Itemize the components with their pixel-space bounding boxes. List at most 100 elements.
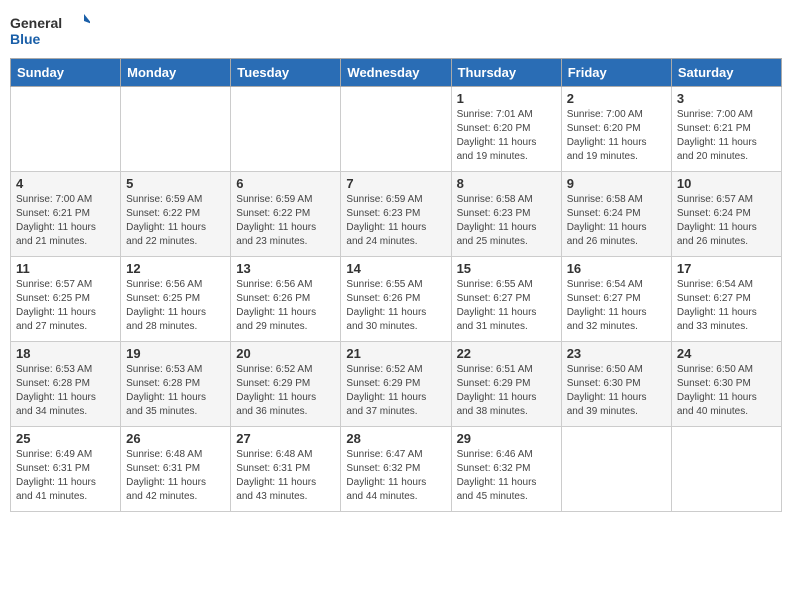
- calendar-cell: [671, 427, 781, 512]
- calendar-cell: 8Sunrise: 6:58 AM Sunset: 6:23 PM Daylig…: [451, 172, 561, 257]
- calendar-header-friday: Friday: [561, 59, 671, 87]
- calendar-header-thursday: Thursday: [451, 59, 561, 87]
- day-info: Sunrise: 6:51 AM Sunset: 6:29 PM Dayligh…: [457, 363, 556, 419]
- calendar-cell: [11, 87, 121, 172]
- day-info: Sunrise: 6:52 AM Sunset: 6:29 PM Dayligh…: [346, 363, 445, 419]
- day-number: 5: [126, 176, 225, 191]
- calendar-header-row: SundayMondayTuesdayWednesdayThursdayFrid…: [11, 59, 782, 87]
- calendar-header-saturday: Saturday: [671, 59, 781, 87]
- calendar-body: 1 Sunrise: 7:01 AM Sunset: 6:20 PM Daylig…: [11, 87, 782, 512]
- header: General Blue: [10, 10, 782, 50]
- day-info: Sunrise: 6:46 AM Sunset: 6:32 PM Dayligh…: [457, 448, 556, 504]
- day-number: 1: [457, 91, 556, 106]
- calendar: SundayMondayTuesdayWednesdayThursdayFrid…: [10, 58, 782, 512]
- logo-svg: General Blue: [10, 10, 90, 50]
- day-info: Sunrise: 6:59 AM Sunset: 6:22 PM Dayligh…: [236, 193, 335, 249]
- day-number: 13: [236, 261, 335, 276]
- calendar-cell: 14 Sunrise: 6:55 AM Sunset: 6:26 PM Dayli…: [341, 257, 451, 342]
- day-number: 21: [346, 346, 445, 361]
- calendar-cell: 24 Sunrise: 6:50 AM Sunset: 6:30 PM Dayli…: [671, 342, 781, 427]
- calendar-cell: 26 Sunrise: 6:48 AM Sunset: 6:31 PM Dayli…: [121, 427, 231, 512]
- calendar-cell: [341, 87, 451, 172]
- day-number: 23: [567, 346, 666, 361]
- calendar-cell: 21 Sunrise: 6:52 AM Sunset: 6:29 PM Dayli…: [341, 342, 451, 427]
- calendar-cell: 1 Sunrise: 7:01 AM Sunset: 6:20 PM Daylig…: [451, 87, 561, 172]
- calendar-cell: 6 Sunrise: 6:59 AM Sunset: 6:22 PM Daylig…: [231, 172, 341, 257]
- day-number: 4: [16, 176, 115, 191]
- calendar-cell: 20 Sunrise: 6:52 AM Sunset: 6:29 PM Dayli…: [231, 342, 341, 427]
- day-number: 26: [126, 431, 225, 446]
- day-number: 16: [567, 261, 666, 276]
- day-info: Sunrise: 6:50 AM Sunset: 6:30 PM Dayligh…: [567, 363, 666, 419]
- day-info: Sunrise: 6:53 AM Sunset: 6:28 PM Dayligh…: [126, 363, 225, 419]
- calendar-cell: 2Sunrise: 7:00 AM Sunset: 6:20 PM Daylig…: [561, 87, 671, 172]
- day-number: 14: [346, 261, 445, 276]
- logo: General Blue: [10, 10, 90, 50]
- calendar-cell: 16 Sunrise: 6:54 AM Sunset: 6:27 PM Dayli…: [561, 257, 671, 342]
- day-info: Sunrise: 7:01 AM Sunset: 6:20 PM Dayligh…: [457, 108, 556, 164]
- calendar-cell: 3 Sunrise: 7:00 AM Sunset: 6:21 PM Daylig…: [671, 87, 781, 172]
- calendar-cell: 19 Sunrise: 6:53 AM Sunset: 6:28 PM Dayli…: [121, 342, 231, 427]
- day-info: Sunrise: 6:49 AM Sunset: 6:31 PM Dayligh…: [16, 448, 115, 504]
- day-number: 22: [457, 346, 556, 361]
- day-number: 17: [677, 261, 776, 276]
- calendar-cell: 10 Sunrise: 6:57 AM Sunset: 6:24 PM Dayli…: [671, 172, 781, 257]
- calendar-cell: 5 Sunrise: 6:59 AM Sunset: 6:22 PM Daylig…: [121, 172, 231, 257]
- day-info: Sunrise: 6:59 AM Sunset: 6:22 PM Dayligh…: [126, 193, 225, 249]
- calendar-cell: 22 Sunrise: 6:51 AM Sunset: 6:29 PM Dayli…: [451, 342, 561, 427]
- calendar-header-wednesday: Wednesday: [341, 59, 451, 87]
- calendar-cell: 4 Sunrise: 7:00 AM Sunset: 6:21 PM Daylig…: [11, 172, 121, 257]
- calendar-header-monday: Monday: [121, 59, 231, 87]
- day-info: Sunrise: 6:48 AM Sunset: 6:31 PM Dayligh…: [126, 448, 225, 504]
- day-number: 28: [346, 431, 445, 446]
- calendar-week-5: 25Sunrise: 6:49 AM Sunset: 6:31 PM Dayli…: [11, 427, 782, 512]
- calendar-header-tuesday: Tuesday: [231, 59, 341, 87]
- svg-text:General: General: [10, 15, 62, 31]
- day-info: Sunrise: 6:53 AM Sunset: 6:28 PM Dayligh…: [16, 363, 115, 419]
- calendar-week-1: 1 Sunrise: 7:01 AM Sunset: 6:20 PM Daylig…: [11, 87, 782, 172]
- day-number: 27: [236, 431, 335, 446]
- calendar-cell: [561, 427, 671, 512]
- calendar-cell: 13Sunrise: 6:56 AM Sunset: 6:26 PM Dayli…: [231, 257, 341, 342]
- calendar-cell: 17 Sunrise: 6:54 AM Sunset: 6:27 PM Dayli…: [671, 257, 781, 342]
- day-number: 29: [457, 431, 556, 446]
- day-number: 9: [567, 176, 666, 191]
- day-number: 24: [677, 346, 776, 361]
- day-info: Sunrise: 6:55 AM Sunset: 6:27 PM Dayligh…: [457, 278, 556, 334]
- calendar-cell: 7 Sunrise: 6:59 AM Sunset: 6:23 PM Daylig…: [341, 172, 451, 257]
- day-number: 20: [236, 346, 335, 361]
- calendar-cell: 29 Sunrise: 6:46 AM Sunset: 6:32 PM Dayli…: [451, 427, 561, 512]
- day-number: 19: [126, 346, 225, 361]
- day-info: Sunrise: 6:57 AM Sunset: 6:25 PM Dayligh…: [16, 278, 115, 334]
- day-info: Sunrise: 6:54 AM Sunset: 6:27 PM Dayligh…: [677, 278, 776, 334]
- svg-text:Blue: Blue: [10, 31, 41, 47]
- day-info: Sunrise: 6:52 AM Sunset: 6:29 PM Dayligh…: [236, 363, 335, 419]
- calendar-cell: 18 Sunrise: 6:53 AM Sunset: 6:28 PM Dayli…: [11, 342, 121, 427]
- calendar-cell: [231, 87, 341, 172]
- calendar-week-3: 11Sunrise: 6:57 AM Sunset: 6:25 PM Dayli…: [11, 257, 782, 342]
- day-number: 3: [677, 91, 776, 106]
- day-info: Sunrise: 6:58 AM Sunset: 6:24 PM Dayligh…: [567, 193, 666, 249]
- calendar-week-2: 4 Sunrise: 7:00 AM Sunset: 6:21 PM Daylig…: [11, 172, 782, 257]
- calendar-cell: 11Sunrise: 6:57 AM Sunset: 6:25 PM Dayli…: [11, 257, 121, 342]
- calendar-cell: 25Sunrise: 6:49 AM Sunset: 6:31 PM Dayli…: [11, 427, 121, 512]
- day-info: Sunrise: 6:55 AM Sunset: 6:26 PM Dayligh…: [346, 278, 445, 334]
- day-info: Sunrise: 6:54 AM Sunset: 6:27 PM Dayligh…: [567, 278, 666, 334]
- day-info: Sunrise: 6:59 AM Sunset: 6:23 PM Dayligh…: [346, 193, 445, 249]
- day-number: 15: [457, 261, 556, 276]
- day-info: Sunrise: 6:50 AM Sunset: 6:30 PM Dayligh…: [677, 363, 776, 419]
- day-number: 2: [567, 91, 666, 106]
- day-number: 12: [126, 261, 225, 276]
- day-number: 6: [236, 176, 335, 191]
- day-number: 18: [16, 346, 115, 361]
- day-number: 7: [346, 176, 445, 191]
- calendar-cell: 12Sunrise: 6:56 AM Sunset: 6:25 PM Dayli…: [121, 257, 231, 342]
- calendar-cell: 27 Sunrise: 6:48 AM Sunset: 6:31 PM Dayli…: [231, 427, 341, 512]
- day-info: Sunrise: 6:48 AM Sunset: 6:31 PM Dayligh…: [236, 448, 335, 504]
- day-info: Sunrise: 6:57 AM Sunset: 6:24 PM Dayligh…: [677, 193, 776, 249]
- calendar-header-sunday: Sunday: [11, 59, 121, 87]
- day-number: 8: [457, 176, 556, 191]
- day-info: Sunrise: 7:00 AM Sunset: 6:21 PM Dayligh…: [16, 193, 115, 249]
- day-info: Sunrise: 7:00 AM Sunset: 6:21 PM Dayligh…: [677, 108, 776, 164]
- day-number: 10: [677, 176, 776, 191]
